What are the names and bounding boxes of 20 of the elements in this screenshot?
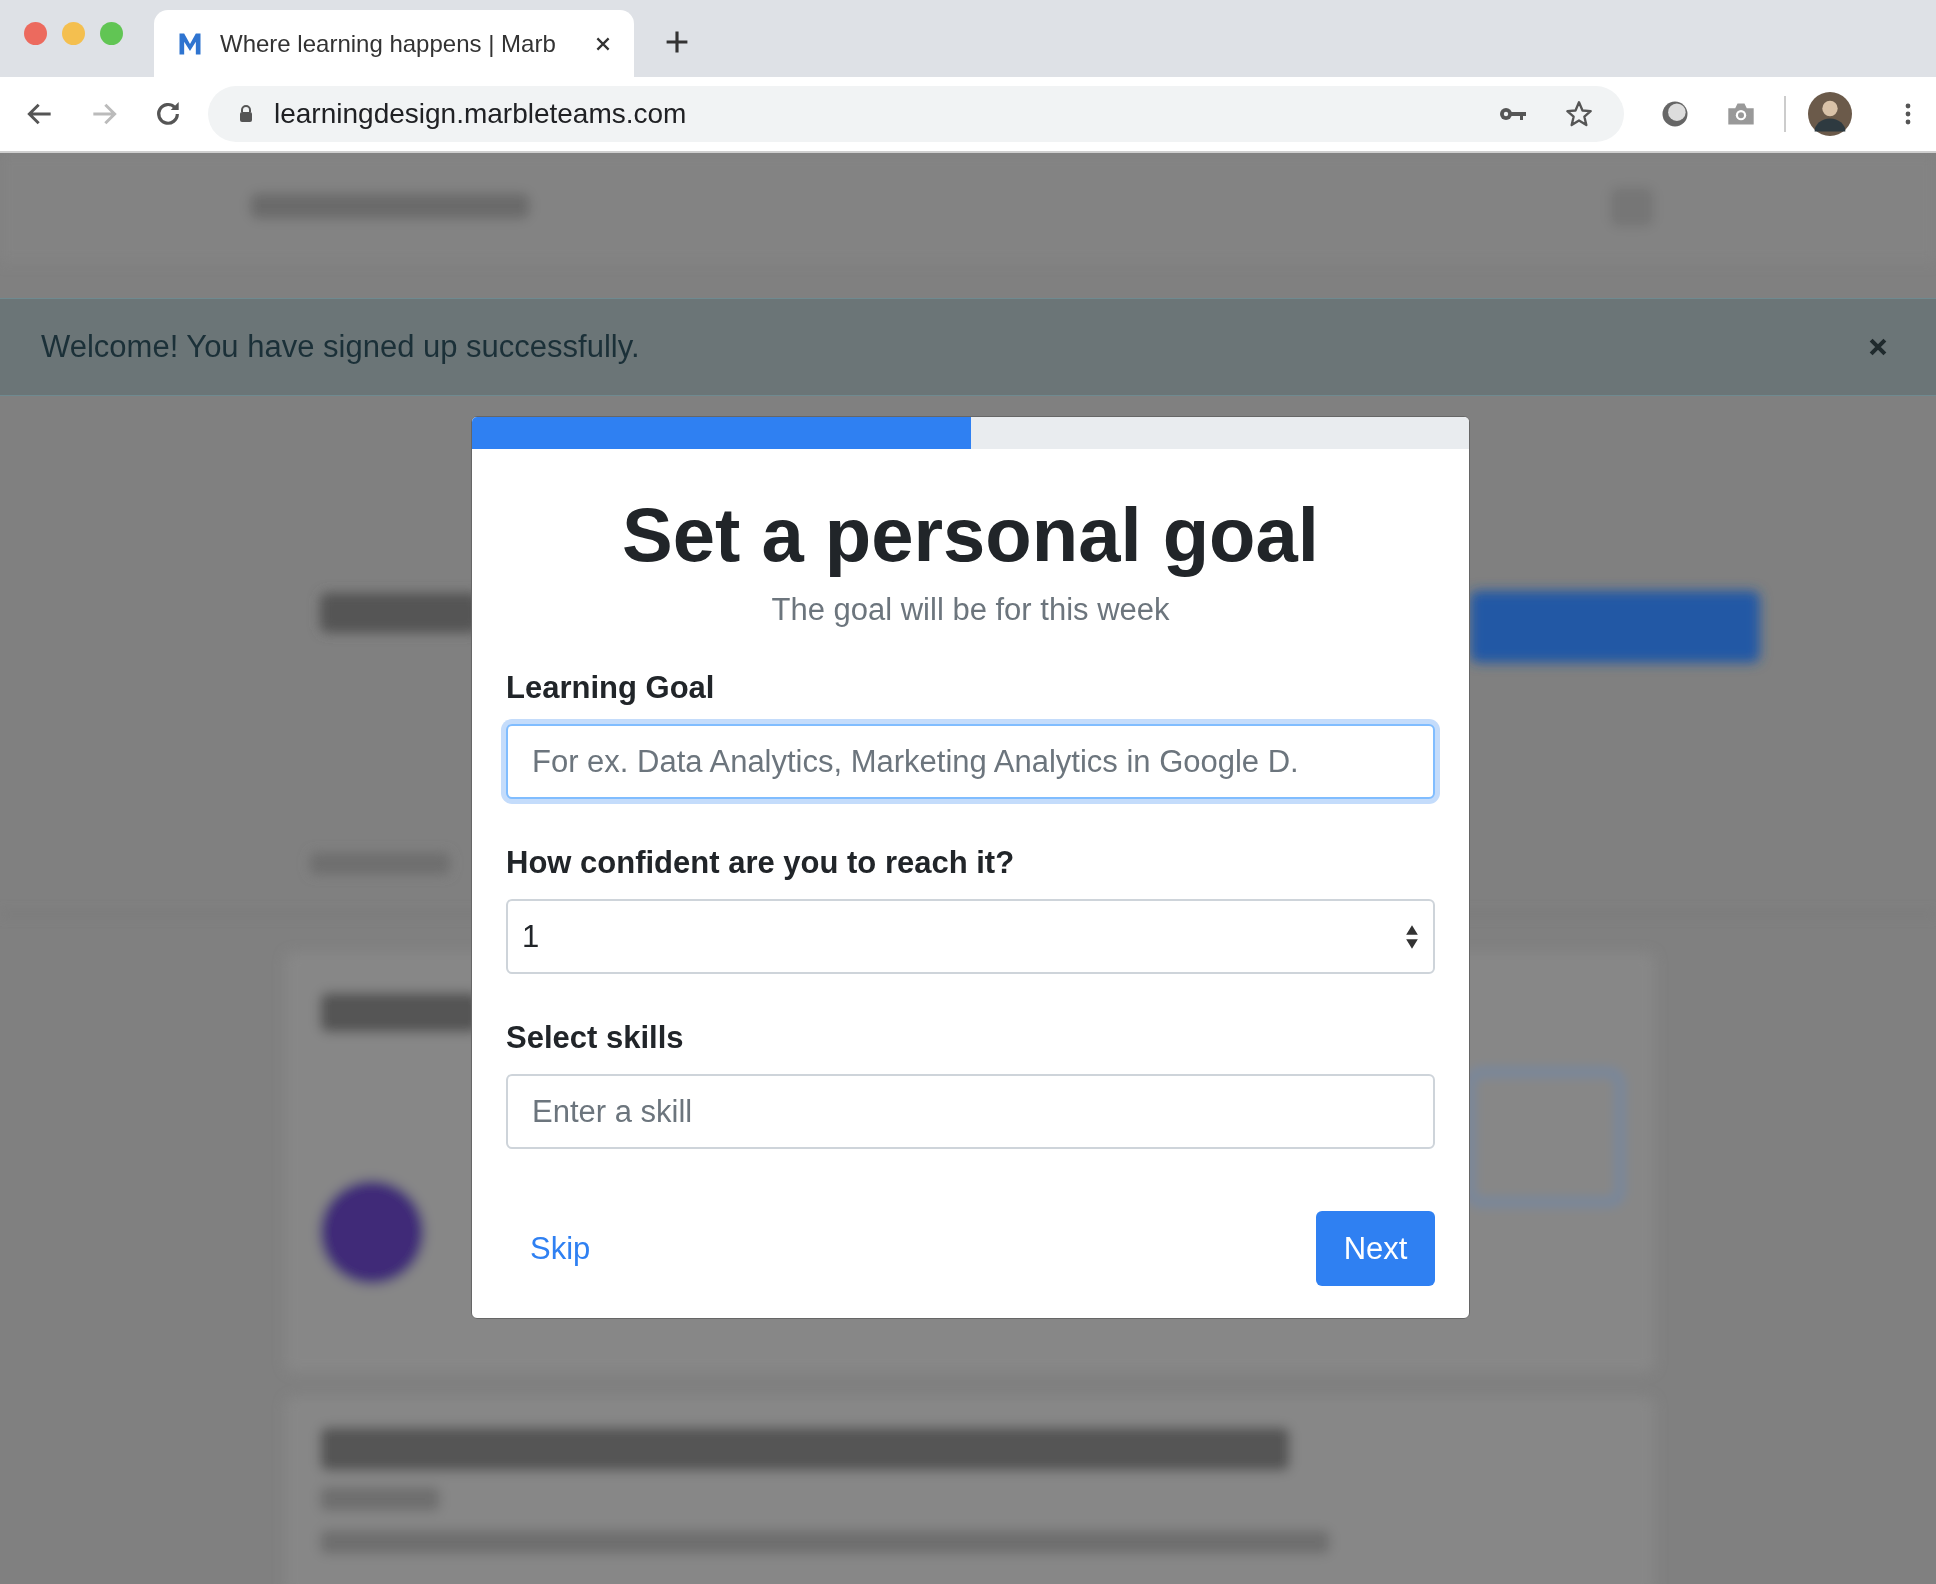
- new-tab-icon[interactable]: [664, 29, 690, 55]
- star-icon[interactable]: [1564, 100, 1594, 128]
- input-field[interactable]: For ex. Data Analytics, Marketing Analytics in Google D.: [506, 724, 1435, 800]
- next-button[interactable]: Next: [1316, 1211, 1435, 1287]
- menu-icon[interactable]: [1904, 102, 1912, 126]
- dialog-title: Set a personal goal: [621, 491, 1320, 579]
- extension-icon[interactable]: [1660, 99, 1690, 129]
- alert-message: Welcome! You have signed up successfully.: [41, 329, 641, 365]
- dialog-subtitle: The goal will be for this week: [770, 592, 1171, 629]
- field-label: Select skills: [506, 1020, 685, 1057]
- select-field[interactable]: 1: [506, 899, 1435, 975]
- lock-icon: [238, 104, 254, 124]
- tab-title: Where learning happens | Marb: [220, 29, 557, 58]
- avatar-icon[interactable]: [1808, 92, 1852, 136]
- browser-tab[interactable]: Where learning happens | Marb: [154, 10, 634, 77]
- field-label: How confident are you to reach it?: [506, 845, 1016, 882]
- address-bar[interactable]: learningdesign.marbleteams.com: [208, 86, 1624, 142]
- skip-link[interactable]: Skip: [530, 1230, 591, 1267]
- field-label: Learning Goal: [506, 670, 716, 707]
- input-field[interactable]: Enter a skill: [506, 1074, 1435, 1150]
